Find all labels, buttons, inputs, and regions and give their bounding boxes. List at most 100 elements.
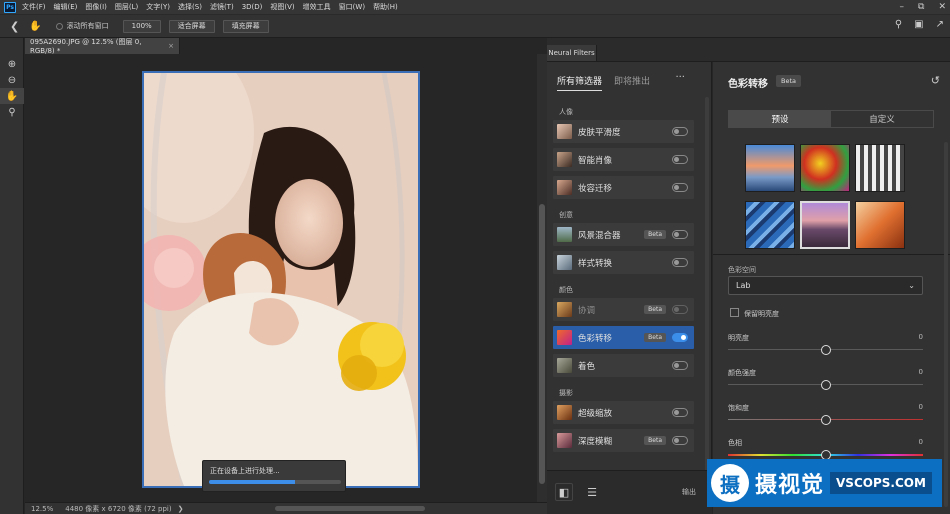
preview-split-icon[interactable]: ◧ xyxy=(555,483,573,501)
brightness-slider-knob[interactable] xyxy=(821,345,831,355)
menu-type[interactable]: 文字(Y) xyxy=(146,2,170,12)
status-bar: 12.5% 4480 像素 x 6720 像素 (72 ppi) ❯ xyxy=(25,502,547,514)
beta-badge: Beta xyxy=(644,305,666,314)
filter-row-super-zoom[interactable]: 超级缩放 xyxy=(553,401,694,424)
filter-toggle[interactable] xyxy=(672,361,688,370)
filter-toggle[interactable] xyxy=(672,305,688,314)
slider-value-intensity: 0 xyxy=(918,368,923,376)
filter-label: 妆容迁移 xyxy=(578,183,613,194)
filter-row-landscape-mixer[interactable]: 风景混合器 Beta xyxy=(553,223,694,246)
filter-row-smart-portrait[interactable]: 智能肖像 xyxy=(553,148,694,171)
saturation-slider-knob[interactable] xyxy=(821,415,831,425)
search-icon[interactable]: ⚲ xyxy=(895,19,902,30)
filter-row-style-transfer[interactable]: 样式转换 xyxy=(553,251,694,274)
filter-toggle[interactable] xyxy=(672,127,688,136)
watermark-site: VSCOPS.COM xyxy=(830,472,932,494)
hand-icon[interactable]: ✋ xyxy=(0,88,24,104)
menu-plugins[interactable]: 增效工具 xyxy=(303,2,331,12)
color-space-value: Lab xyxy=(736,281,751,290)
tab-all-filters[interactable]: 所有筛选器 xyxy=(557,74,603,91)
menu-layer[interactable]: 图层(L) xyxy=(115,2,138,12)
canvas-horizontal-scrollbar[interactable] xyxy=(275,506,425,511)
minimize-icon[interactable]: – xyxy=(900,2,905,12)
neural-filters-tab[interactable]: Neural Filters xyxy=(547,45,597,61)
tab-upcoming[interactable]: 即将推出 xyxy=(614,74,650,91)
zoom-in-icon[interactable]: ⊕ xyxy=(0,56,24,72)
filter-label: 风景混合器 xyxy=(578,230,621,241)
preset-thumbnail-1[interactable] xyxy=(745,144,795,192)
slider-label-saturation: 饱和度 xyxy=(728,404,749,412)
fill-screen-button[interactable]: 填充屏幕 xyxy=(222,19,269,33)
menu-edit[interactable]: 编辑(E) xyxy=(54,2,78,12)
filter-toggle[interactable] xyxy=(672,183,688,192)
beta-badge: Beta xyxy=(644,230,666,239)
settings-scrollbar[interactable] xyxy=(944,142,948,507)
layers-icon[interactable]: ☰ xyxy=(583,483,601,501)
tab-preset[interactable]: 预设 xyxy=(729,111,831,127)
zoom-readout[interactable]: 12.5% xyxy=(31,505,53,513)
filter-row-skin-smoothing[interactable]: 皮肤平滑度 xyxy=(553,120,694,143)
document-title: 095A2690.JPG @ 12.5% (图层 0, RGB/8) * xyxy=(30,38,142,55)
filter-row-colorize[interactable]: 着色 xyxy=(553,354,694,377)
document-photo[interactable] xyxy=(142,71,420,488)
menu-file[interactable]: 文件(F) xyxy=(22,2,46,12)
zoom-100-button[interactable]: 100% xyxy=(122,19,161,33)
preserve-luminance-checkbox[interactable] xyxy=(730,308,739,317)
watermark-banner: 摄 摄视觉 VSCOPS.COM xyxy=(707,459,942,507)
filter-row-depth-blur[interactable]: 深度模糊 Beta xyxy=(553,429,694,452)
filter-toggle[interactable] xyxy=(672,408,688,417)
settings-beta-badge: Beta xyxy=(776,75,801,87)
back-arrow-icon[interactable]: ❮ xyxy=(10,20,19,33)
restore-icon[interactable]: ⧉ xyxy=(918,2,924,12)
status-arrow-icon[interactable]: ❯ xyxy=(178,505,184,513)
document-tab[interactable]: 095A2690.JPG @ 12.5% (图层 0, RGB/8) * × xyxy=(25,38,180,55)
intensity-slider-knob[interactable] xyxy=(821,380,831,390)
workspace-icon[interactable]: ▣ xyxy=(914,19,923,30)
filter-toggle[interactable] xyxy=(672,333,688,342)
menu-help[interactable]: 帮助(H) xyxy=(373,2,398,12)
filter-toggle[interactable] xyxy=(672,155,688,164)
filters-list-panel: 所有筛选器 即将推出 ··· 人像 皮肤平滑度 智能肖像 妆容迁移 创意 风景混… xyxy=(547,62,712,514)
reset-icon[interactable]: ↺ xyxy=(931,74,940,87)
filter-row-color-transfer[interactable]: 色彩转移 Beta xyxy=(553,326,694,349)
filter-label: 智能肖像 xyxy=(578,155,613,166)
filter-row-makeup-transfer[interactable]: 妆容迁移 xyxy=(553,176,694,199)
canvas-vertical-scrollbar[interactable] xyxy=(537,54,547,502)
menu-window[interactable]: 窗口(W) xyxy=(339,2,365,12)
color-space-select[interactable]: Lab ⌄ xyxy=(728,276,923,295)
preset-thumbnail-2[interactable] xyxy=(800,144,850,192)
menu-3d[interactable]: 3D(D) xyxy=(242,3,263,11)
filter-label: 超级缩放 xyxy=(578,408,613,419)
smart-portrait-icon xyxy=(557,152,572,167)
skin-smoothing-icon xyxy=(557,124,572,139)
scrollbar-thumb[interactable] xyxy=(539,204,545,484)
filter-row-harmonize[interactable]: 协调 Beta xyxy=(553,298,694,321)
filter-toggle[interactable] xyxy=(672,258,688,267)
tab-custom[interactable]: 自定义 xyxy=(831,111,933,127)
scroll-all-checkbox[interactable] xyxy=(55,22,63,30)
hand-tool-icon[interactable]: ✋ xyxy=(29,21,41,32)
preset-thumbnail-4[interactable] xyxy=(745,201,795,249)
filters-scrollbar[interactable] xyxy=(705,97,709,477)
fit-screen-button[interactable]: 适合屏幕 xyxy=(168,19,215,33)
menu-view[interactable]: 视图(V) xyxy=(270,2,294,12)
slider-value-brightness: 0 xyxy=(918,333,923,341)
color-transfer-icon xyxy=(557,330,572,345)
harmonize-icon xyxy=(557,302,572,317)
preset-thumbnail-5[interactable] xyxy=(800,201,850,249)
magnifier-icon[interactable]: ⚲ xyxy=(0,104,24,120)
filter-toggle[interactable] xyxy=(672,436,688,445)
zoom-out-icon[interactable]: ⊖ xyxy=(0,72,24,88)
share-icon[interactable]: ↗ xyxy=(936,19,944,30)
preset-thumbnail-6[interactable] xyxy=(855,201,905,249)
menu-filter[interactable]: 滤镜(T) xyxy=(210,2,234,12)
landscape-mixer-icon xyxy=(557,227,572,242)
style-transfer-icon xyxy=(557,255,572,270)
filter-toggle[interactable] xyxy=(672,230,688,239)
close-tab-icon[interactable]: × xyxy=(168,42,174,50)
more-options-icon[interactable]: ··· xyxy=(675,72,685,83)
menu-image[interactable]: 图像(I) xyxy=(85,2,107,12)
menu-select[interactable]: 选择(S) xyxy=(178,2,202,12)
close-window-icon[interactable]: ✕ xyxy=(938,2,946,12)
preset-thumbnail-3[interactable] xyxy=(855,144,905,192)
